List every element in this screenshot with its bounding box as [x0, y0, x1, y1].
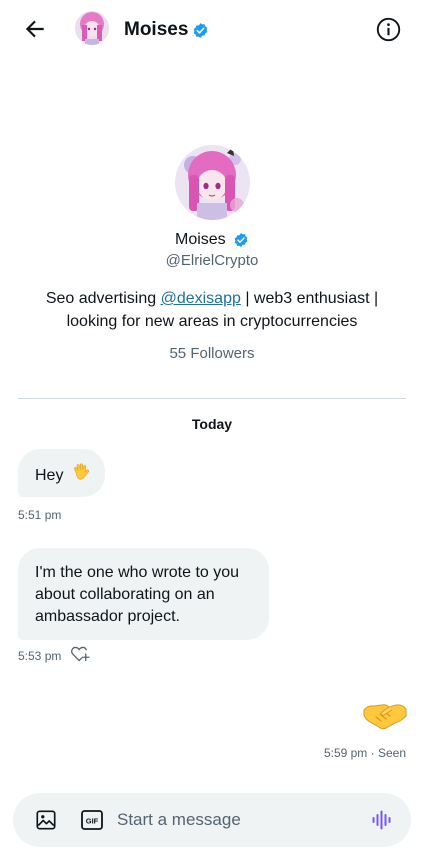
- followers-count[interactable]: 55 Followers: [0, 345, 424, 362]
- svg-text:GIF: GIF: [86, 817, 99, 826]
- image-icon[interactable]: [35, 809, 57, 831]
- profile-avatar[interactable]: [175, 145, 250, 220]
- message-composer: GIF: [13, 793, 411, 847]
- profile-name-row: Moises: [0, 229, 424, 251]
- message-text: Hey: [35, 467, 64, 484]
- message-timestamp: 5:51 pm: [18, 508, 62, 522]
- message-timestamp: 5:59 pm · Seen: [323, 746, 406, 760]
- add-reaction-heart-icon[interactable]: [70, 645, 90, 663]
- received-message-bubble[interactable]: Hey: [18, 449, 105, 497]
- back-arrow-icon[interactable]: [22, 16, 48, 42]
- verified-badge-icon: [193, 23, 208, 38]
- profile-handle: @ElrielCrypto: [165, 252, 259, 269]
- header-avatar[interactable]: [75, 11, 109, 45]
- divider: [18, 398, 406, 399]
- bio-mention-link[interactable]: @dexisapp: [161, 290, 241, 307]
- day-separator: Today: [191, 416, 233, 432]
- message-timestamp: 5:53 pm: [18, 649, 62, 663]
- bio-text: | web3 enthusiast |: [240, 290, 379, 307]
- voice-message-icon[interactable]: [370, 808, 394, 832]
- message-input[interactable]: [117, 805, 357, 835]
- gif-icon[interactable]: GIF: [81, 810, 103, 830]
- handshake-icon[interactable]: [362, 696, 408, 732]
- conversation-header: Moises: [0, 0, 424, 58]
- info-icon[interactable]: [376, 17, 401, 42]
- profile-name: Moises: [175, 231, 226, 248]
- waving-hand-icon: [73, 463, 89, 480]
- received-message-bubble[interactable]: I'm the one who wrote to you about colla…: [18, 548, 269, 640]
- header-name[interactable]: Moises: [124, 19, 188, 41]
- bio-text: looking for new areas in cryptocurrencie…: [66, 313, 358, 330]
- profile-bio: Seo advertising @dexisapp | web3 enthusi…: [20, 287, 404, 333]
- bio-text: Seo advertising: [45, 290, 161, 307]
- verified-badge-icon: [234, 233, 248, 247]
